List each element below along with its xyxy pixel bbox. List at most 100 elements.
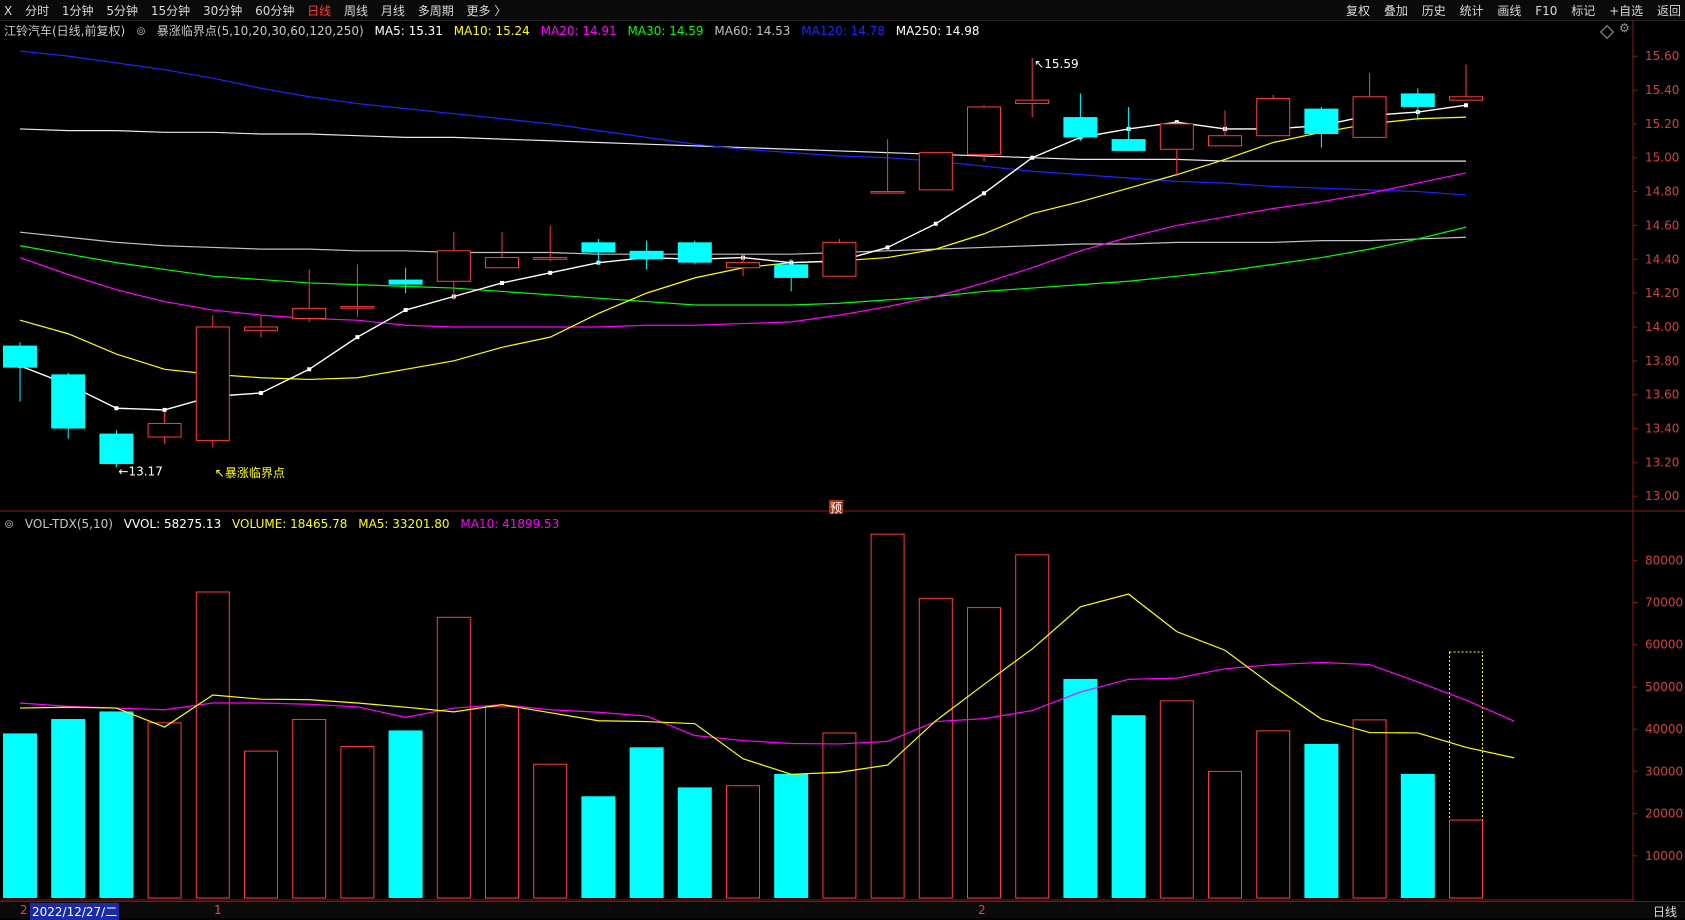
candle-body-down (3, 345, 37, 368)
candle-body-up (244, 326, 278, 331)
price-tick-label: 13.80 (1645, 354, 1679, 368)
volume-bar-down (99, 711, 134, 898)
volume-bar-up (1015, 554, 1050, 899)
volume-tick-label: 80000 (1645, 553, 1683, 567)
volume-bar-up (485, 706, 519, 899)
volume-bar-up (1159, 700, 1194, 899)
candle-body-down (1400, 93, 1435, 107)
volume-bar-down (581, 796, 616, 898)
candle-body-up (485, 257, 519, 269)
candle-body-up (1208, 135, 1242, 147)
price-tick-label: 15.60 (1645, 49, 1679, 63)
kline-chart[interactable]: 13.00 13.20 13.40 13.60 13.80 14.00 14.20 14.40… (0, 0, 1685, 901)
cursor-date: 2022/12/27/二 (30, 903, 120, 920)
price-tick-label: 13.00 (1645, 489, 1679, 503)
volume-bar-up (340, 745, 375, 899)
ma5-point (548, 270, 553, 275)
volume-bar-up (1208, 770, 1242, 899)
candle-body-down (629, 250, 664, 260)
volume-bar-up (244, 750, 278, 899)
volume-bar-up (1449, 819, 1483, 899)
volume-bar-down (629, 747, 664, 898)
price-tick-label: 14.60 (1645, 218, 1679, 232)
price-tick-label: 15.00 (1645, 151, 1679, 165)
ma5-point (162, 407, 167, 412)
price-tick-label: 14.20 (1645, 286, 1679, 300)
price-tick-label: 15.40 (1645, 83, 1679, 97)
volume-bar-down (51, 719, 86, 898)
candle-body-up (340, 306, 375, 309)
ma5-point (403, 308, 408, 313)
volume-bar-down (677, 787, 712, 898)
candle-body-down (774, 264, 809, 278)
volume-tick-label: 60000 (1645, 638, 1683, 652)
candle-body-up (1159, 123, 1194, 150)
ma20-line (19, 172, 1467, 328)
candle-body-down (1063, 117, 1098, 138)
candle-body-down (99, 433, 134, 465)
price-tick-label: 13.60 (1645, 388, 1679, 402)
candle-body-up (726, 262, 760, 269)
candle-body-up (918, 152, 953, 191)
candle-body-up (147, 422, 182, 438)
candle-body-up (1256, 97, 1291, 137)
volume-bar-up (726, 785, 760, 899)
ma5-point (885, 245, 890, 250)
volume-tick-label: 30000 (1645, 764, 1683, 778)
ma250-line (19, 128, 1466, 162)
volume-bar-down (3, 733, 37, 898)
volume-bar-up (533, 763, 568, 899)
candle-body-down (51, 374, 86, 429)
candle-body-up (870, 191, 905, 194)
candle-body-up (1449, 96, 1483, 101)
ma5-point (259, 390, 263, 395)
volume-bar-down (388, 730, 423, 898)
price-tick-label: 13.20 (1645, 455, 1679, 469)
ma5-point (114, 406, 119, 411)
candle-body-down (1111, 139, 1146, 151)
signal-label: ↖暴涨临界点 (215, 465, 285, 480)
volume-bar-down (1063, 678, 1098, 898)
high-price-label: ↖15.59 (1034, 57, 1078, 71)
volume-tick-label: 20000 (1645, 807, 1683, 821)
status-bar: 2 2022/12/27/二 1 2 日线 (0, 901, 1685, 920)
volume-bar-up (1352, 719, 1387, 899)
ma5-point (1464, 103, 1468, 108)
volume-bar-up (292, 718, 327, 899)
ma5-point (933, 221, 938, 226)
period-indicator[interactable]: 日线 (1653, 903, 1677, 920)
volume-bar-up (870, 533, 905, 899)
candle-body-up (822, 241, 857, 277)
ma5-point (355, 335, 360, 340)
ma60-line (19, 231, 1467, 255)
volume-bar-down (1304, 743, 1339, 898)
candle-body-up (1015, 99, 1050, 105)
candle-body-down (388, 279, 423, 285)
price-tick-label: 15.20 (1645, 117, 1679, 131)
volume-tick-label: 40000 (1645, 722, 1683, 736)
ma5-point (500, 280, 504, 285)
volume-bar-up (822, 732, 857, 899)
volume-bar-up (195, 591, 230, 899)
ma5-point (1030, 155, 1035, 160)
year-mark: 2 (20, 903, 28, 917)
ma5-point (307, 367, 312, 372)
candle-body-up (292, 307, 327, 320)
volume-bar-up (918, 597, 953, 899)
candle-body-up (967, 106, 1001, 155)
candle-body-up (195, 326, 230, 441)
candle-body-up (436, 250, 471, 282)
candle-body-down (677, 242, 712, 263)
candle-body-down (581, 242, 616, 253)
candle-body-down (1304, 108, 1339, 135)
price-tick-label: 14.80 (1645, 185, 1679, 199)
candle-body-up (1352, 96, 1387, 138)
month-mark-1: 1 (214, 903, 222, 917)
price-tick-label: 13.40 (1645, 422, 1679, 436)
volume-bar-down (774, 773, 809, 898)
ma120-line (19, 50, 1467, 196)
volume-bar-up (147, 722, 182, 899)
low-price-label: ←13.17 (118, 464, 162, 478)
price-tick-label: 14.00 (1645, 320, 1679, 334)
volume-tick-label: 10000 (1645, 849, 1683, 863)
